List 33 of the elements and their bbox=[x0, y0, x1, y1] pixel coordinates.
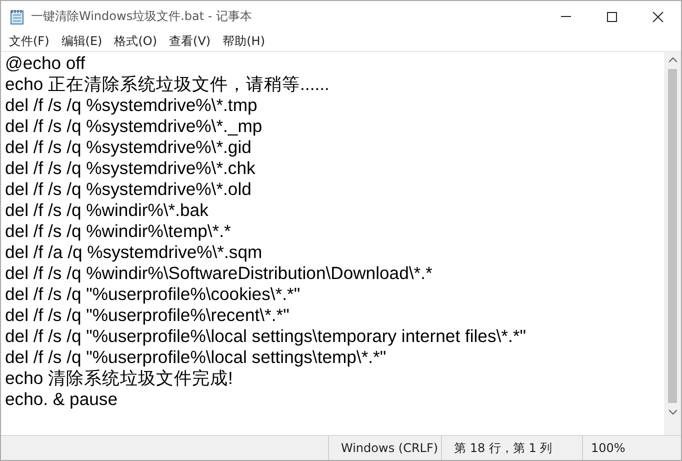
code-line: del /f /s /q "%userprofile%\local settings\temporary internet files\*.*" bbox=[5, 326, 527, 347]
code-line: del /f /s /q "%userprofile%\recent\*.*" bbox=[5, 305, 290, 326]
menu-item[interactable]: 帮助(H) bbox=[216, 33, 271, 50]
window-title: 一键清除Windows垃圾文件.bat - 记事本 bbox=[31, 8, 252, 25]
code-line: del /f /s /q %systemdrive%\*._mp bbox=[5, 116, 264, 137]
code-line: del /f /s /q %systemdrive%\*.chk bbox=[5, 158, 256, 179]
menu-item[interactable]: 文件(F) bbox=[3, 33, 56, 50]
code-line: echo 清除系统垃圾文件完成! bbox=[5, 368, 234, 389]
menu-item[interactable]: 格式(O) bbox=[108, 33, 164, 50]
code-line: del /f /a /q %systemdrive%\*.sqm bbox=[5, 242, 264, 263]
close-icon bbox=[652, 10, 664, 22]
zoom-level: 100% bbox=[591, 441, 626, 455]
code-line: del /f /s /q %systemdrive%\*.gid bbox=[5, 137, 252, 158]
minimize-icon bbox=[561, 16, 571, 17]
code-line: del /f /s /q %windir%\temp\*.* bbox=[5, 221, 232, 242]
code-line: del /f /s /q %systemdrive%\*.tmp bbox=[5, 95, 258, 116]
code-line: del /f /s /q %windir%\SoftwareDistribution\Download\*.* bbox=[5, 263, 434, 284]
menu-item[interactable]: 编辑(E) bbox=[55, 33, 108, 50]
code-line: echo. & pause bbox=[5, 389, 118, 410]
vertical-scrollbar[interactable] bbox=[664, 52, 681, 435]
menu-item[interactable]: 查看(V) bbox=[163, 33, 217, 50]
line-ending-label: Windows (CRLF) bbox=[341, 441, 438, 455]
code-line: del /f /s /q %windir%\*.bak bbox=[5, 200, 210, 221]
cursor-position: 第 18 行，第 1 列 bbox=[454, 440, 552, 456]
scroll-up-icon[interactable] bbox=[668, 57, 676, 63]
code-line: del /f /s /q "%userprofile%\local settings\temp\*.*" bbox=[5, 347, 388, 368]
code-line: echo 正在清除系统垃圾文件，请稍等...... bbox=[5, 74, 330, 95]
notepad-icon bbox=[9, 8, 25, 24]
maximize-icon bbox=[606, 10, 618, 22]
code-line: @echo off bbox=[5, 53, 86, 74]
code-line: del /f /s /q %systemdrive%\*.old bbox=[5, 179, 252, 200]
scroll-down-icon[interactable] bbox=[668, 409, 676, 415]
code-line: del /f /s /q "%userprofile%\cookies\*.*" bbox=[5, 284, 302, 305]
